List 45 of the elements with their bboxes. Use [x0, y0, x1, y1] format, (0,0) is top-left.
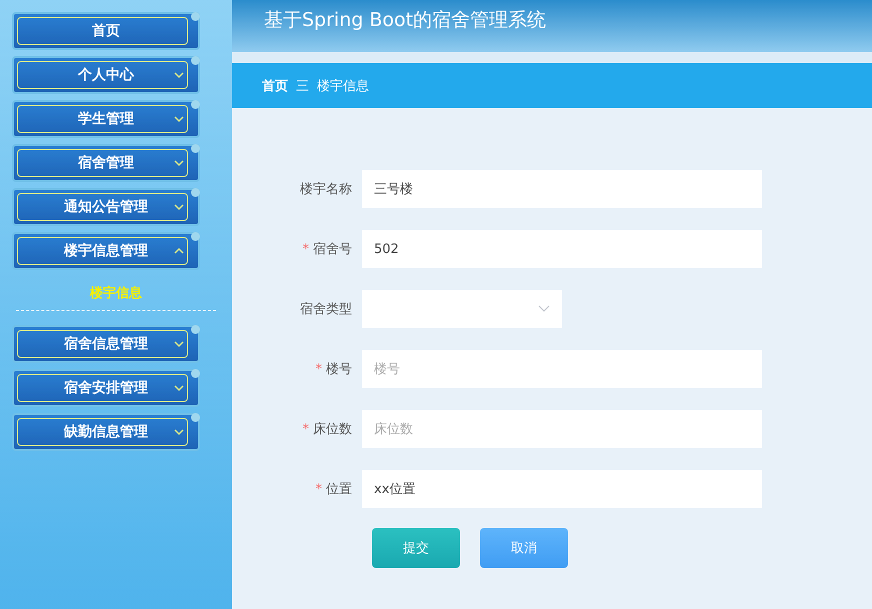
input-field[interactable]: xx位置	[362, 470, 762, 508]
submit-button[interactable]: 提交	[372, 528, 460, 568]
chevron-down-icon	[174, 115, 184, 123]
sidebar-menu-item[interactable]: 宿舍管理	[12, 144, 200, 182]
chevron-up-icon	[174, 247, 184, 255]
corner-dot-icon	[191, 232, 200, 241]
sidebar-menu-item[interactable]: 宿舍安排管理	[12, 369, 200, 407]
field-label: 楼宇名称	[299, 181, 353, 198]
corner-dot-icon	[191, 100, 200, 109]
sidebar-menu-item[interactable]: 首页	[12, 12, 200, 50]
sidebar-menu-item[interactable]: 宿舍信息管理	[12, 325, 200, 363]
corner-dot-icon	[191, 188, 200, 197]
input-field[interactable]: 三号楼	[362, 170, 762, 208]
corner-dot-icon	[191, 325, 200, 334]
field-label: 宿舍类型	[299, 301, 353, 318]
sidebar-menu-item[interactable]: 通知公告管理	[12, 188, 200, 226]
breadcrumb-item: 楼宇信息	[317, 78, 369, 94]
field-label: * 位置	[314, 481, 353, 498]
chevron-down-icon	[174, 203, 184, 211]
chevron-down-icon	[538, 305, 550, 312]
field-label: * 床位数	[302, 421, 353, 438]
breadcrumb-item[interactable]: 首页	[262, 76, 288, 94]
sidebar-menu-item[interactable]: 楼宇信息管理	[12, 232, 200, 270]
corner-dot-icon	[191, 56, 200, 65]
select-field[interactable]	[362, 290, 562, 328]
corner-dot-icon	[191, 369, 200, 378]
breadcrumb-separator: 三	[296, 78, 309, 94]
sidebar-menu-item[interactable]: 学生管理	[12, 100, 200, 138]
chevron-down-icon	[174, 71, 184, 79]
field-label: * 楼号	[314, 361, 353, 378]
corner-dot-icon	[191, 144, 200, 153]
chevron-down-icon	[174, 340, 184, 348]
input-field[interactable]: 楼号	[362, 350, 762, 388]
chevron-down-icon	[174, 159, 184, 167]
input-field[interactable]: 502	[362, 230, 762, 268]
corner-dot-icon	[191, 413, 200, 422]
sidebar-menu-item[interactable]: 个人中心	[12, 56, 200, 94]
cancel-button[interactable]: 取消	[480, 528, 568, 568]
input-field[interactable]: 床位数	[362, 410, 762, 448]
chevron-down-icon	[174, 428, 184, 436]
corner-dot-icon	[191, 12, 200, 21]
sidebar-menu-item[interactable]: 缺勤信息管理	[12, 413, 200, 451]
app-title: 基于Spring Boot的宿舍管理系统	[264, 8, 546, 33]
field-label: * 宿舍号	[302, 241, 353, 258]
chevron-down-icon	[174, 384, 184, 392]
